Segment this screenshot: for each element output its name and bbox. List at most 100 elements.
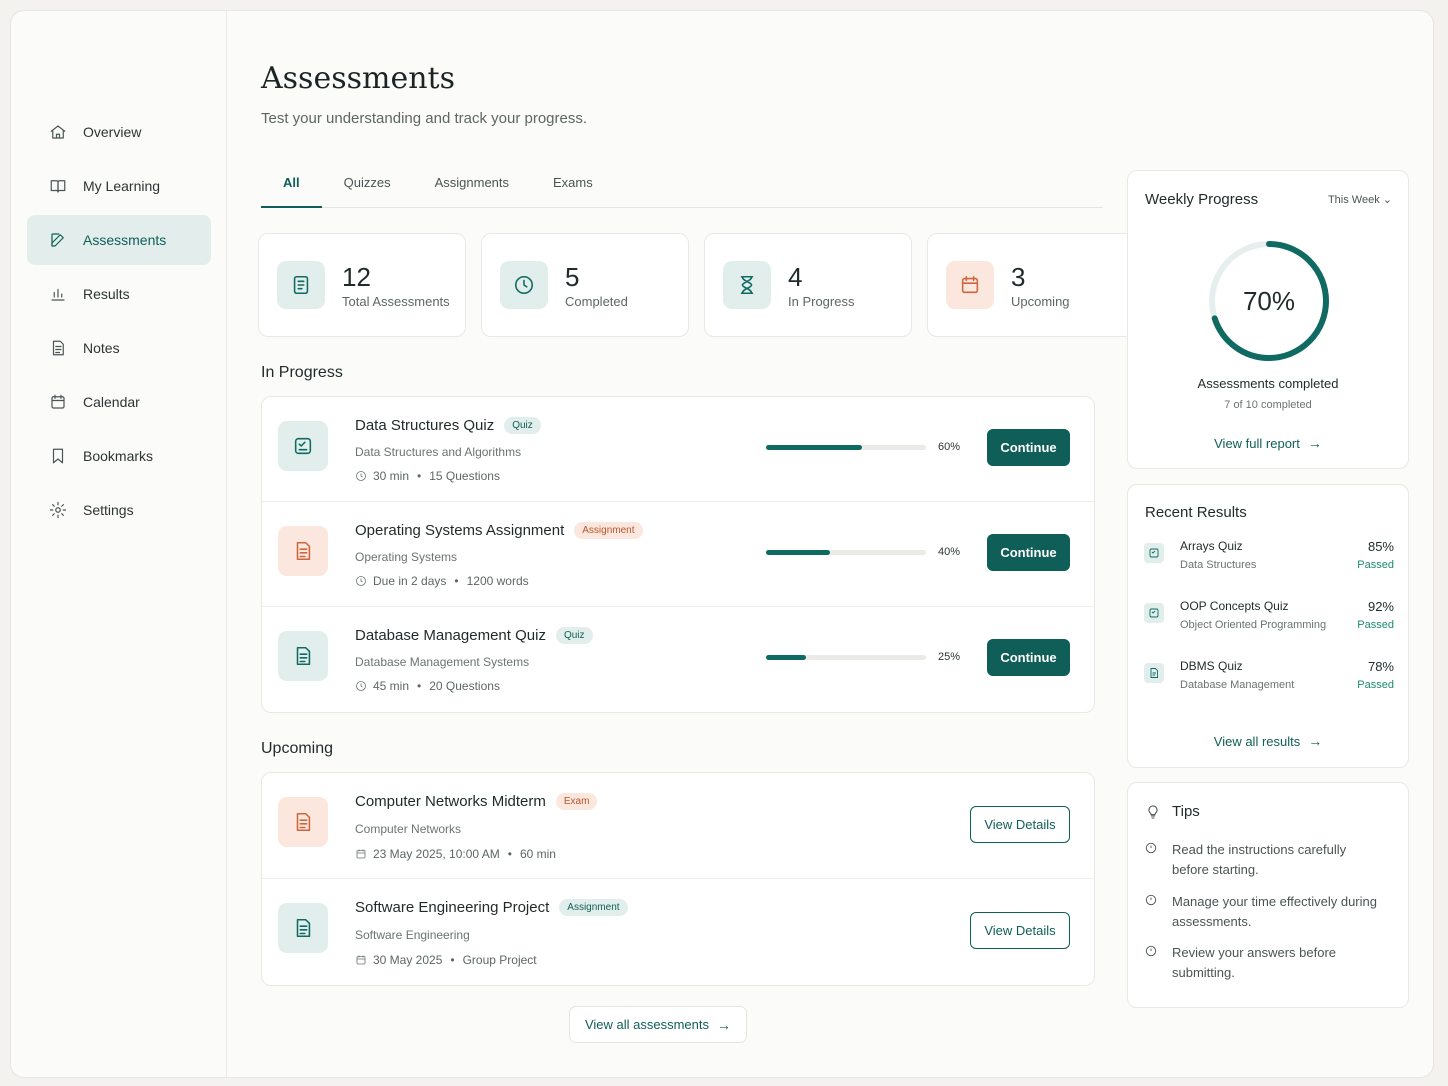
period-dropdown[interactable]: This Week ⌄ bbox=[1328, 193, 1392, 206]
meta-type: Group Project bbox=[462, 953, 537, 967]
type-badge: Exam bbox=[555, 793, 598, 810]
sidebar-item-label: My Learning bbox=[83, 178, 161, 194]
assessment-title: Operating Systems Assignment bbox=[355, 522, 565, 539]
progress-bar bbox=[766, 655, 926, 660]
tab-quizzes[interactable]: Quizzes bbox=[322, 171, 413, 208]
result-row[interactable]: OOP Concepts Quiz Object Oriented Progra… bbox=[1144, 599, 1394, 639]
sidebar-item-results[interactable]: Results bbox=[27, 269, 211, 319]
lightbulb-icon bbox=[1148, 805, 1158, 819]
book-icon bbox=[49, 177, 67, 195]
stat-value: 4 bbox=[788, 261, 803, 292]
meta-words: 1200 words bbox=[466, 574, 529, 588]
calendar-icon bbox=[49, 393, 67, 411]
type-badge: Assignment bbox=[574, 522, 643, 539]
assessment-row[interactable]: Data Structures Quiz Quiz Data Structures… bbox=[262, 397, 1094, 502]
assessment-row[interactable]: Database Management Quiz Quiz Database Ma… bbox=[262, 607, 1094, 712]
sidebar-item-label: Results bbox=[83, 286, 130, 302]
assessment-title-wrap: Database Management Quiz Quiz bbox=[355, 627, 593, 644]
card-title: Weekly Progress bbox=[1145, 191, 1259, 208]
period-label: This Week bbox=[1327, 194, 1380, 206]
sidebar-item-settings[interactable]: Settings bbox=[27, 485, 211, 535]
type-badge: Quiz bbox=[555, 627, 593, 644]
progress-bar bbox=[766, 550, 926, 555]
continue-button[interactable]: Continue bbox=[987, 639, 1070, 676]
view-all-label: View all assessments bbox=[584, 1017, 710, 1032]
tab-assignments[interactable]: Assignments bbox=[413, 171, 531, 208]
stat-value: 5 bbox=[565, 261, 580, 292]
result-title: Arrays Quiz bbox=[1180, 539, 1243, 553]
result-title: DBMS Quiz bbox=[1180, 659, 1243, 673]
assessment-title-wrap: Computer Networks Midterm Exam bbox=[355, 793, 598, 810]
view-all-assessments-button[interactable]: View all assessments → bbox=[569, 1006, 747, 1043]
chevron-down-icon: ⌄ bbox=[1382, 194, 1392, 206]
assessment-row[interactable]: Software Engineering Project Assignment S… bbox=[262, 879, 1094, 985]
calendar-icon bbox=[946, 261, 994, 309]
assessment-meta: 45 min • 20 Questions bbox=[355, 679, 500, 693]
stat-label: Upcoming bbox=[1011, 293, 1070, 309]
result-row[interactable]: Arrays Quiz Data Structures 85% Passed bbox=[1144, 539, 1394, 579]
stat-label: Completed bbox=[565, 293, 628, 309]
meta-separator: • bbox=[450, 953, 455, 967]
assessment-meta: Due in 2 days • 1200 words bbox=[355, 574, 529, 588]
sidebar-item-label: Bookmarks bbox=[83, 448, 154, 464]
tip-bullet-icon bbox=[1145, 842, 1157, 854]
sidebar-item-assessments[interactable]: Assessments bbox=[27, 215, 211, 265]
gear-icon bbox=[49, 501, 67, 519]
view-details-button[interactable]: View Details bbox=[970, 912, 1070, 949]
sidebar-item-calendar[interactable]: Calendar bbox=[27, 377, 211, 427]
continue-button[interactable]: Continue bbox=[987, 429, 1070, 466]
assessment-title-wrap: Software Engineering Project Assignment bbox=[355, 899, 628, 916]
progress-detail: 7 of 10 completed bbox=[1224, 399, 1312, 411]
sidebar-item-label: Calendar bbox=[83, 394, 140, 410]
notes-icon bbox=[49, 339, 67, 357]
sidebar-item-bookmarks[interactable]: Bookmarks bbox=[27, 431, 211, 481]
meta-date: 23 May 2025, 10:00 AM bbox=[373, 847, 500, 861]
quiz-icon bbox=[278, 421, 328, 471]
assessment-meta: 23 May 2025, 10:00 AM • 60 min bbox=[355, 847, 556, 861]
stat-label: Total Assessments bbox=[342, 293, 450, 309]
clock-icon bbox=[356, 681, 366, 691]
link-label: View all results bbox=[1213, 734, 1301, 749]
result-row[interactable]: DBMS Quiz Database Management 78% Passed bbox=[1144, 659, 1394, 699]
exam-icon bbox=[278, 797, 328, 847]
result-subject: Object Oriented Programming bbox=[1180, 619, 1327, 631]
meta-date: 30 May 2025 bbox=[373, 953, 443, 967]
continue-button[interactable]: Continue bbox=[987, 534, 1070, 571]
assessment-meta: 30 May 2025 • Group Project bbox=[355, 953, 537, 967]
stat-label: In Progress bbox=[788, 293, 855, 309]
tab-all[interactable]: All bbox=[261, 171, 322, 208]
view-details-button[interactable]: View Details bbox=[970, 806, 1070, 843]
main-content: Assessments Test your understanding and … bbox=[258, 11, 1135, 1077]
tab-exams[interactable]: Exams bbox=[531, 171, 615, 208]
meta-duration: 30 min bbox=[373, 469, 410, 483]
tip-text: Read the instructions carefully before s… bbox=[1172, 842, 1347, 877]
stat-value: 12 bbox=[342, 261, 371, 292]
weekly-progress-card: Weekly Progress This Week ⌄ 70% Assessme… bbox=[1127, 170, 1409, 469]
assessment-row[interactable]: Operating Systems Assignment Assignment O… bbox=[262, 502, 1094, 607]
calendar-icon bbox=[356, 955, 366, 965]
meta-questions: 20 Questions bbox=[429, 679, 500, 693]
sidebar-item-label: Overview bbox=[83, 124, 142, 140]
tip-text: Manage your time effectively during asse… bbox=[1172, 894, 1377, 929]
meta-separator: • bbox=[454, 574, 459, 588]
view-all-results-link[interactable]: View all results → bbox=[1128, 733, 1408, 749]
quiz-icon bbox=[1144, 543, 1164, 563]
meta-questions: 15 Questions bbox=[429, 469, 500, 483]
sidebar-item-notes[interactable]: Notes bbox=[27, 323, 211, 373]
stat-card-completed: 5 Completed bbox=[481, 233, 689, 337]
card-title: Recent Results bbox=[1145, 504, 1247, 521]
assessment-title-wrap: Data Structures Quiz Quiz bbox=[355, 417, 541, 434]
tip-bullet-icon bbox=[1145, 894, 1157, 906]
progress-bar bbox=[766, 445, 926, 450]
assessment-title: Data Structures Quiz bbox=[355, 417, 495, 434]
meta-due: Due in 2 days bbox=[373, 574, 447, 588]
view-full-report-link[interactable]: View full report → bbox=[1128, 435, 1408, 451]
sidebar-item-label: Assessments bbox=[83, 232, 167, 248]
in-progress-list: Data Structures Quiz Quiz Data Structures… bbox=[261, 396, 1095, 713]
assessment-subject: Database Management Systems bbox=[355, 655, 530, 669]
bar-chart-icon bbox=[49, 285, 67, 303]
sidebar-item-my-learning[interactable]: My Learning bbox=[27, 161, 211, 211]
sidebar-item-overview[interactable]: Overview bbox=[27, 107, 211, 157]
assessment-row[interactable]: Computer Networks Midterm Exam Computer N… bbox=[262, 773, 1094, 879]
upcoming-list: Computer Networks Midterm Exam Computer N… bbox=[261, 772, 1095, 986]
